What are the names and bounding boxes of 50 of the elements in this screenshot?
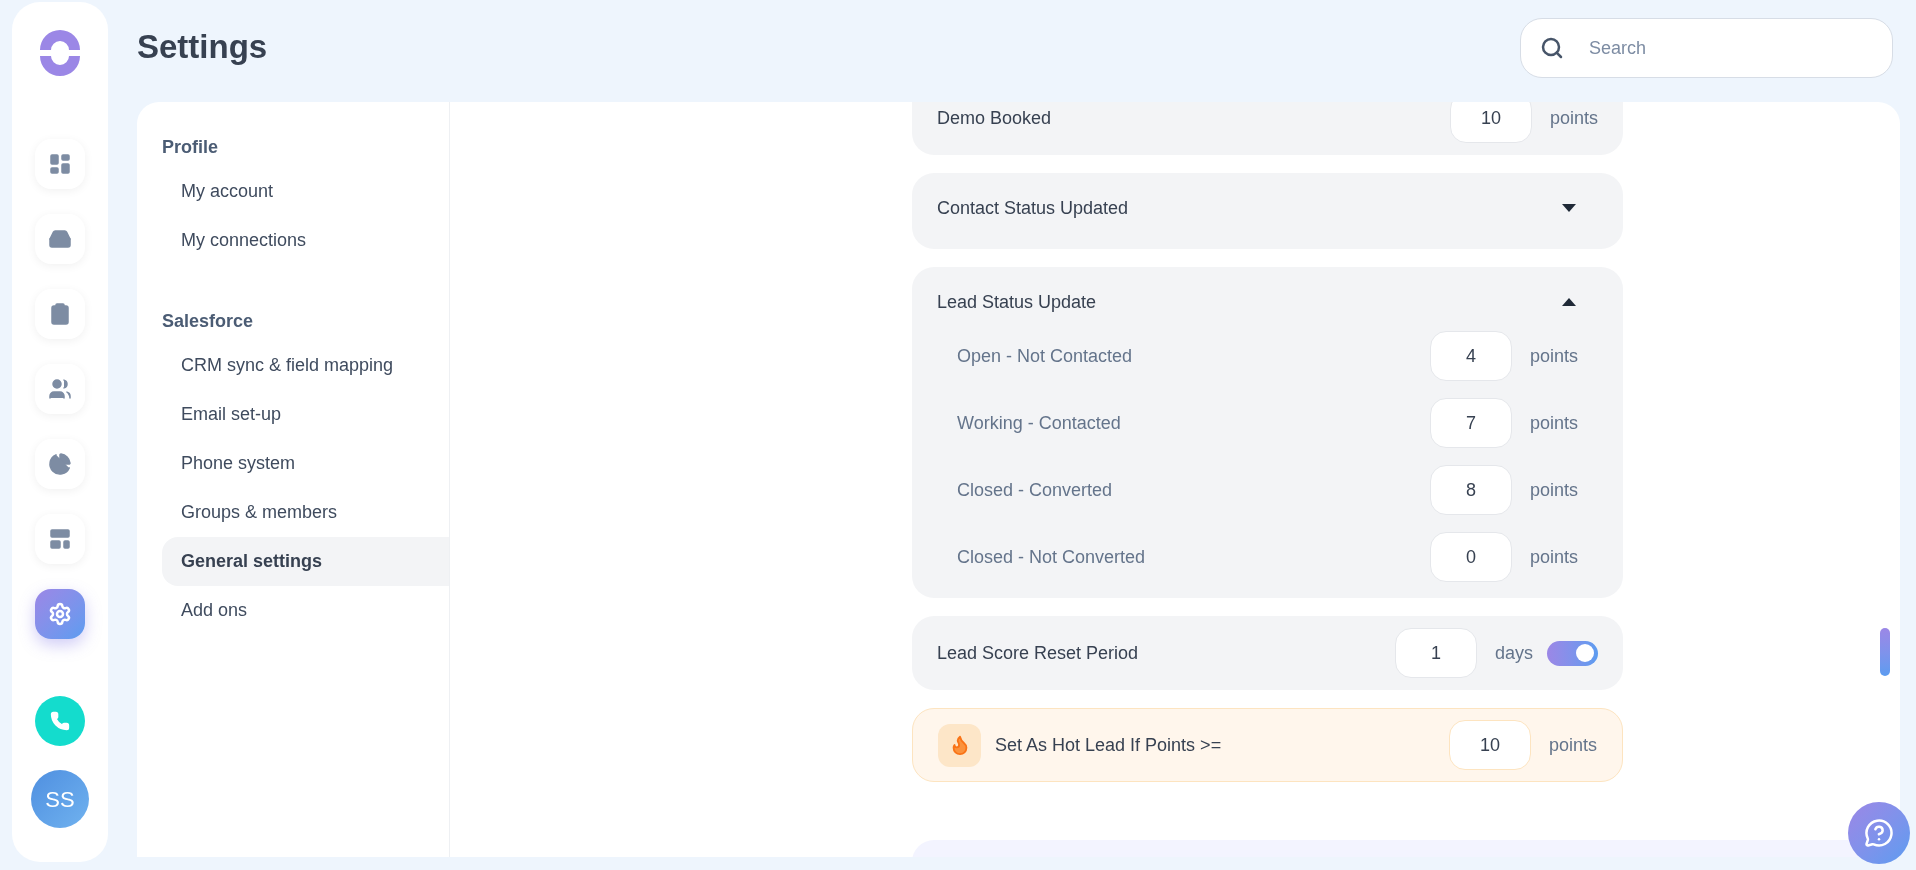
phone-icon[interactable] xyxy=(35,696,85,746)
number-field[interactable]: 10 xyxy=(1448,720,1531,770)
dashboard-icon[interactable] xyxy=(35,139,85,189)
sidebar-heading: Salesforce xyxy=(162,309,255,333)
unit-label: points xyxy=(1529,478,1578,502)
sidebar-item[interactable]: Groups & members xyxy=(162,488,449,537)
unit-label: points xyxy=(1549,106,1598,130)
number-field[interactable]: 10 xyxy=(1449,102,1532,143)
search-icon xyxy=(1540,36,1564,60)
search-field[interactable]: Search xyxy=(1520,18,1893,78)
caret-icon[interactable] xyxy=(1562,298,1576,306)
toggle-switch[interactable] xyxy=(1547,640,1598,666)
chat-question-icon xyxy=(1864,818,1894,848)
unit-label: points xyxy=(1529,545,1578,569)
status-label: Working - Contacted xyxy=(957,411,1121,435)
unit-label: days xyxy=(1494,641,1533,665)
section-label: Contact Status Updated xyxy=(937,196,1129,220)
setting-label: Demo Booked xyxy=(937,106,1052,130)
clipboard-icon[interactable] xyxy=(35,289,85,339)
layout-icon[interactable] xyxy=(35,514,85,564)
sidebar-item[interactable]: Add ons xyxy=(162,586,449,635)
status-label: Closed - Converted xyxy=(957,478,1113,502)
number-field[interactable]: 8 xyxy=(1429,465,1512,515)
number-field[interactable]: 1 xyxy=(1394,628,1477,678)
unit-label: points xyxy=(1529,411,1578,435)
sidebar-item[interactable]: My connections xyxy=(162,216,449,265)
pie-chart-icon[interactable] xyxy=(35,439,85,489)
settings-icon[interactable] xyxy=(35,589,85,639)
number-field[interactable]: 0 xyxy=(1429,532,1512,582)
sidebar-item[interactable]: General settings xyxy=(162,537,449,586)
users-icon[interactable] xyxy=(35,364,85,414)
caret-icon[interactable] xyxy=(1562,204,1576,212)
unit-label: points xyxy=(1529,344,1578,368)
status-label: Open - Not Contacted xyxy=(957,344,1133,368)
sidebar-item[interactable]: My account xyxy=(162,167,449,216)
flame-icon xyxy=(938,723,981,767)
sidebar-item[interactable]: Email set-up xyxy=(162,390,449,439)
sidebar-item[interactable]: CRM sync & field mapping xyxy=(162,341,449,390)
status-label: Closed - Not Converted xyxy=(957,545,1146,569)
sidebar-heading: Profile xyxy=(162,135,219,159)
scrollbar-thumb[interactable] xyxy=(1880,628,1890,676)
number-field[interactable]: 7 xyxy=(1429,398,1512,448)
page-title: Settings xyxy=(137,27,268,67)
unit-label: points xyxy=(1548,733,1597,757)
setting-label: Set As Hot Lead If Points >= xyxy=(995,733,1222,757)
inbox-icon[interactable] xyxy=(35,214,85,264)
section-label: Lead Status Update xyxy=(937,290,1097,314)
setting-label: Lead Score Reset Period xyxy=(937,641,1139,665)
number-field[interactable]: 4 xyxy=(1429,331,1512,381)
sidebar-item[interactable]: Phone system xyxy=(162,439,449,488)
